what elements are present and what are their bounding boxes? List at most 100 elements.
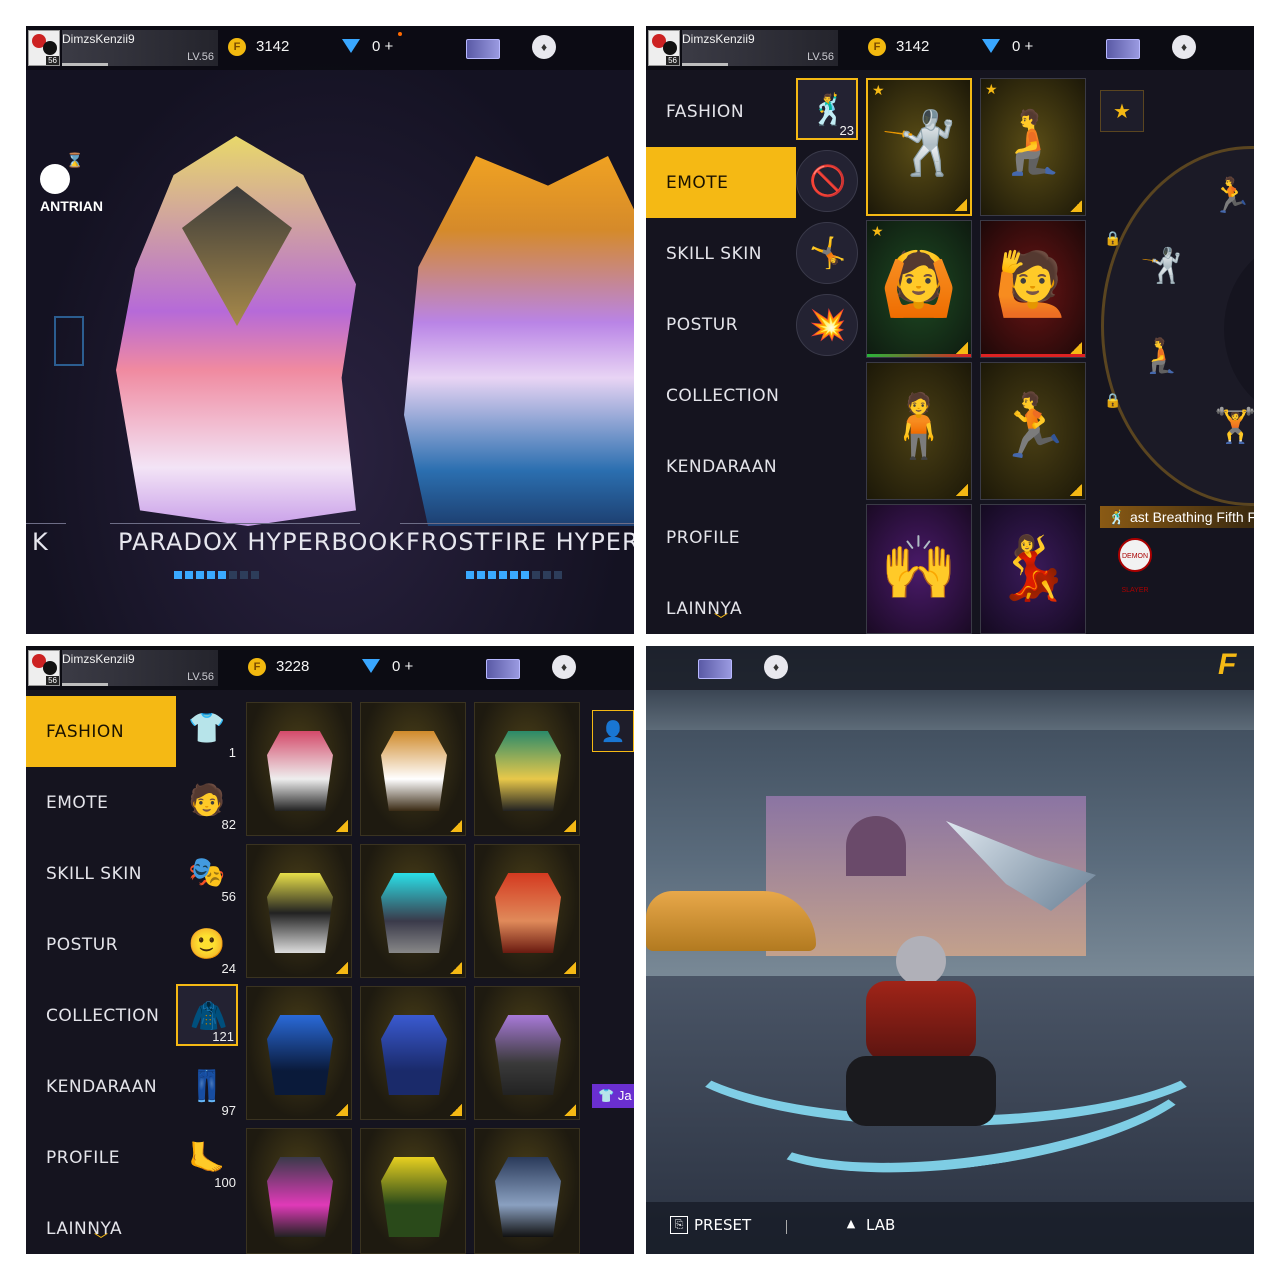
outfit-tile[interactable] bbox=[246, 844, 352, 978]
outfit-tile[interactable] bbox=[246, 986, 352, 1120]
gift-icon[interactable]: ♦ bbox=[1172, 35, 1196, 59]
progress-pip bbox=[521, 571, 529, 579]
menu-item-postur[interactable]: POSTUR bbox=[26, 909, 176, 980]
outfit-tile[interactable] bbox=[474, 844, 580, 978]
category-all-outfits[interactable]: 👕 1 bbox=[176, 698, 238, 760]
player-info[interactable]: DimzsKenzii9 LV.56 bbox=[682, 30, 838, 66]
player-info[interactable]: DimzsKenzii9 LV.56 bbox=[62, 30, 218, 66]
membership-card-icon[interactable] bbox=[466, 39, 500, 59]
wheel-slot[interactable]: 🏃 bbox=[1210, 176, 1252, 216]
outfit-tile[interactable] bbox=[360, 844, 466, 978]
category-face[interactable]: 🙂 24 bbox=[176, 914, 238, 976]
emote-tile[interactable]: ★ 🤺 bbox=[866, 78, 972, 216]
emote-tile[interactable]: ★ 🙆 bbox=[866, 220, 972, 358]
menu-item-fashion[interactable]: FASHION bbox=[26, 696, 176, 767]
emote-sub-pose[interactable]: 🚫 bbox=[796, 150, 858, 212]
lab-icon: ▲ bbox=[846, 1217, 856, 1230]
progress-pip bbox=[240, 571, 248, 579]
avatar[interactable]: 56 bbox=[648, 30, 680, 66]
category-shoes[interactable]: 🦶 100 bbox=[176, 1128, 238, 1190]
category-mask[interactable]: 🎭 56 bbox=[176, 842, 238, 904]
partial-book-name[interactable]: K bbox=[32, 528, 49, 556]
menu-item-collection[interactable]: COLLECTION bbox=[646, 360, 796, 431]
progress-pips bbox=[174, 571, 259, 579]
sub-count: 23 bbox=[839, 123, 854, 138]
emote-tile[interactable]: 🧍 bbox=[866, 362, 972, 500]
emote-tile[interactable]: 🏃 bbox=[980, 362, 1086, 500]
wheel-slot[interactable]: 🏋 bbox=[1214, 406, 1254, 446]
outfit-tile[interactable] bbox=[360, 1128, 466, 1254]
category-hair[interactable]: 🧑 82 bbox=[176, 770, 238, 832]
outfit-tile[interactable] bbox=[246, 1128, 352, 1254]
fashion-vault-panel: 56 DimzsKenzii9 LV.56 F 3228 0 + ♦ FASHI… bbox=[26, 646, 634, 1254]
player-name: DimzsKenzii9 bbox=[62, 652, 135, 666]
emote-tile[interactable]: ★ 🧎 bbox=[980, 78, 1086, 216]
category-menu: FASHION EMOTE SKILL SKIN POSTUR COLLECTI… bbox=[646, 76, 796, 634]
topup-plus[interactable]: + bbox=[385, 38, 394, 55]
frostfire-hyperbook-art[interactable] bbox=[404, 156, 634, 526]
emote-tile[interactable]: 🙋 bbox=[980, 220, 1086, 358]
lab-button[interactable]: ▲ LAB bbox=[842, 1216, 896, 1234]
book-name-frostfire[interactable]: FROSTFIRE HYPERBOO bbox=[406, 528, 634, 556]
menu-item-kendaraan[interactable]: KENDARAAN bbox=[26, 1051, 176, 1122]
category-count: 82 bbox=[221, 817, 236, 832]
menu-item-postur[interactable]: POSTUR bbox=[646, 289, 796, 360]
xp-bar bbox=[62, 63, 108, 66]
category-pants[interactable]: 👖 97 bbox=[176, 1056, 238, 1118]
avatar-level: 56 bbox=[666, 56, 679, 65]
menu-item-skill-skin[interactable]: SKILL SKIN bbox=[26, 838, 176, 909]
character-model[interactable] bbox=[796, 936, 1046, 1176]
book-name-paradox[interactable]: PARADOX HYPERBOOK bbox=[118, 528, 405, 556]
gift-icon[interactable]: ♦ bbox=[764, 655, 788, 679]
avatar[interactable]: 56 bbox=[28, 30, 60, 66]
wheel-slot[interactable]: 🤺 bbox=[1140, 246, 1182, 286]
emote-sub-all[interactable]: 🕺 23 bbox=[796, 78, 858, 140]
diamond-count: 0 bbox=[1012, 38, 1021, 55]
outfit-tile[interactable] bbox=[474, 986, 580, 1120]
avatar[interactable]: 56 bbox=[28, 650, 60, 686]
outfit-tile[interactable] bbox=[246, 702, 352, 836]
chevron-down-icon[interactable]: ﹀ bbox=[714, 610, 728, 630]
membership-card-icon[interactable] bbox=[698, 659, 732, 679]
emote-tile[interactable]: 🙌 bbox=[866, 504, 972, 634]
outfit-tile[interactable] bbox=[360, 986, 466, 1120]
outfit-tile[interactable] bbox=[474, 1128, 580, 1254]
diamond-count: 0 bbox=[372, 38, 381, 55]
emote-sub-burst[interactable]: 💥 bbox=[796, 294, 858, 356]
player-info[interactable]: DimzsKenzii9 LV.56 bbox=[62, 650, 218, 686]
emote-vault-panel: 56 DimzsKenzii9 LV.56 F 3142 0 + ♦ FASHI… bbox=[646, 26, 1254, 634]
preset-label: PRESET bbox=[694, 1216, 752, 1234]
topup-plus[interactable]: + bbox=[405, 658, 414, 675]
outfit-tile[interactable] bbox=[360, 702, 466, 836]
menu-item-emote[interactable]: EMOTE bbox=[26, 767, 176, 838]
membership-card-icon[interactable] bbox=[1106, 39, 1140, 59]
progress-pip bbox=[554, 571, 562, 579]
progress-pip bbox=[543, 571, 551, 579]
wheel-slot[interactable]: 🧎 bbox=[1140, 336, 1182, 376]
menu-item-skill-skin[interactable]: SKILL SKIN bbox=[646, 218, 796, 289]
menu-item-emote[interactable]: EMOTE bbox=[646, 147, 796, 218]
menu-item-profile[interactable]: PROFILE bbox=[26, 1122, 176, 1193]
emote-name: ast Breathing Fifth F bbox=[1130, 509, 1254, 525]
menu-item-kendaraan[interactable]: KENDARAAN bbox=[646, 431, 796, 502]
emote-sub-skill[interactable]: 🤸 bbox=[796, 222, 858, 284]
preset-button[interactable]: ⎘ PRESET bbox=[670, 1216, 751, 1234]
top-bar: 56 DimzsKenzii9 LV.56 F 3142 0 + ♦ bbox=[646, 26, 1254, 70]
membership-card-icon[interactable] bbox=[486, 659, 520, 679]
player-name: DimzsKenzii9 bbox=[62, 32, 135, 46]
emote-tile[interactable]: 💃 bbox=[980, 504, 1086, 634]
chevron-down-icon[interactable]: ﹀ bbox=[94, 1230, 108, 1250]
top-bar: 56 DimzsKenzii9 LV.56 F 3228 0 + ♦ bbox=[26, 646, 634, 690]
menu-item-fashion[interactable]: FASHION bbox=[646, 76, 796, 147]
topup-plus[interactable]: + bbox=[1025, 38, 1034, 55]
coin-count: 3142 bbox=[896, 38, 930, 55]
menu-item-profile[interactable]: PROFILE bbox=[646, 502, 796, 573]
gift-icon[interactable]: ♦ bbox=[552, 655, 576, 679]
category-top[interactable]: 🧥 121 bbox=[176, 984, 238, 1046]
favorite-star-icon[interactable]: ★ bbox=[1100, 90, 1144, 132]
outfit-tile[interactable] bbox=[474, 702, 580, 836]
gift-icon[interactable]: ♦ bbox=[532, 35, 556, 59]
paradox-hyperbook-art[interactable] bbox=[116, 136, 356, 526]
mannequin-icon[interactable]: 👤 bbox=[592, 710, 634, 752]
menu-item-collection[interactable]: COLLECTION bbox=[26, 980, 176, 1051]
